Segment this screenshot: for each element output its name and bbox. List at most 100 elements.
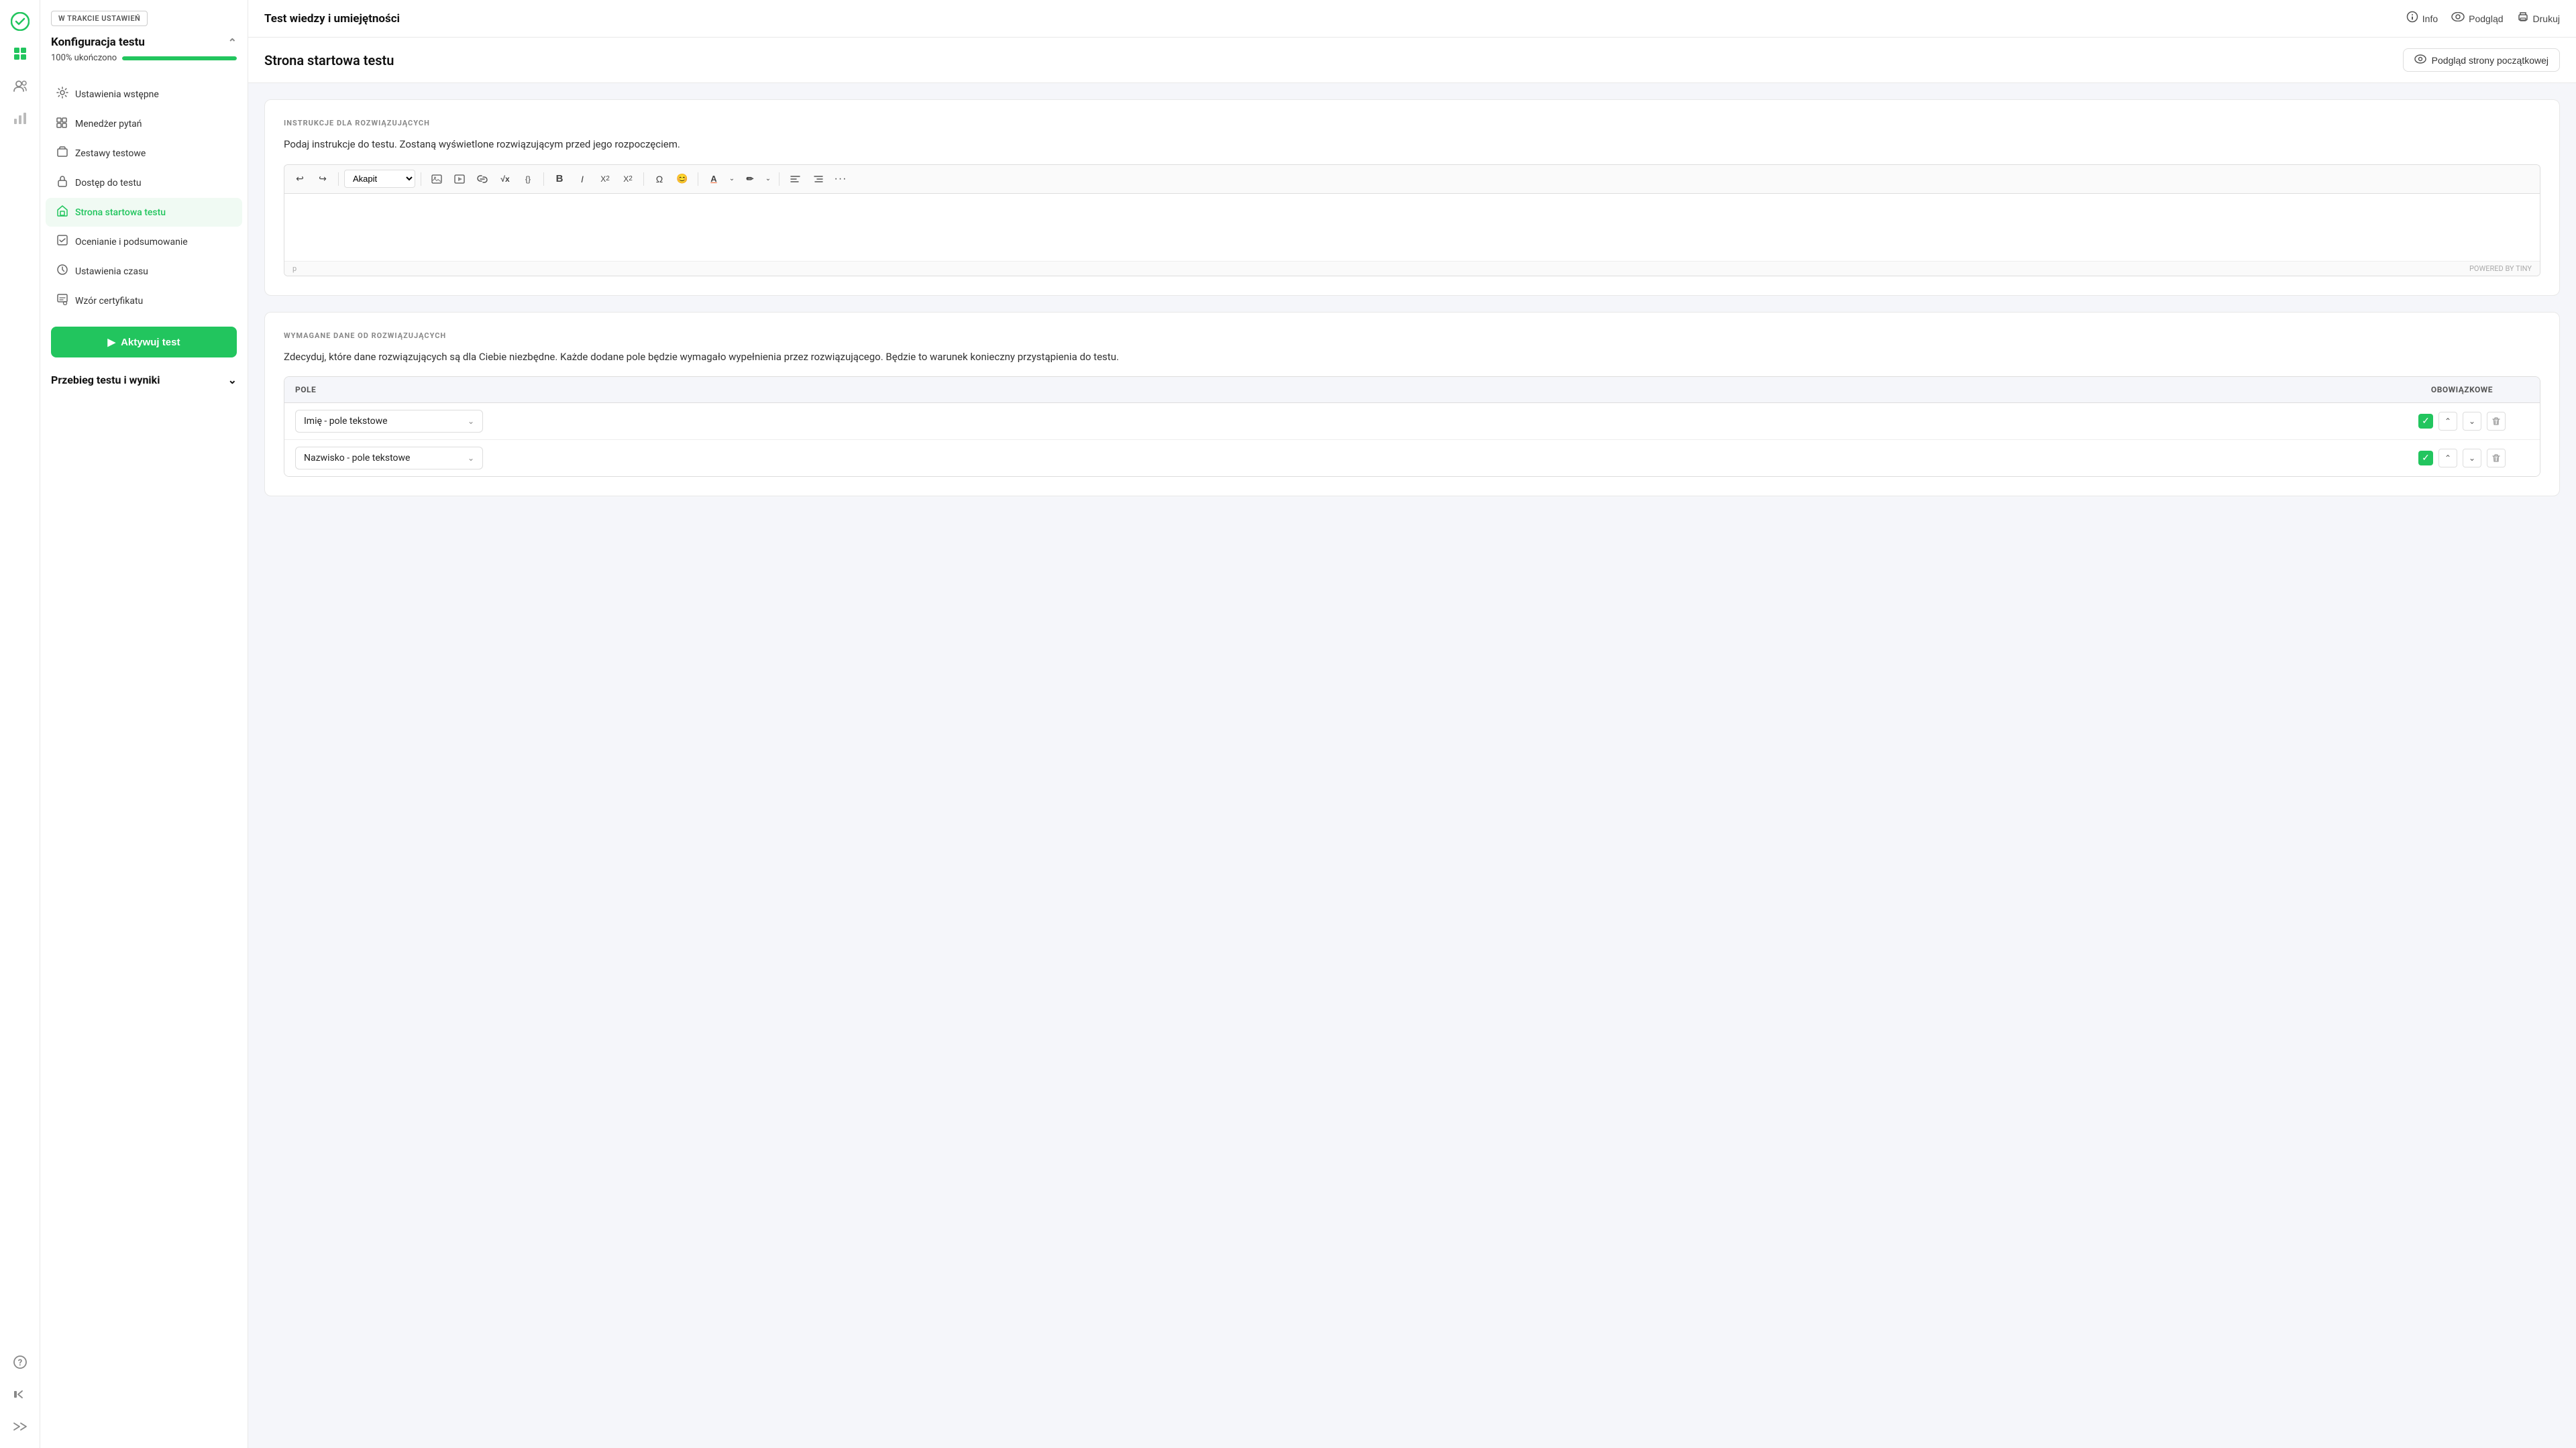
omega-button[interactable]: Ω [649, 169, 669, 189]
insert-video-button[interactable] [449, 169, 470, 189]
highlight-chevron[interactable]: ⌄ [763, 169, 773, 189]
menu-item-menedzer-pytan[interactable]: Menedżer pytań [46, 109, 242, 138]
insert-formula-button[interactable]: √x [495, 169, 515, 189]
highlight-button[interactable]: ✏ [740, 169, 760, 189]
menu-label: Dostęp do testu [75, 178, 142, 188]
menu-label: Ustawienia czasu [75, 266, 148, 277]
delete-row-1-button[interactable] [2487, 412, 2506, 431]
menu-label: Zestawy testowe [75, 148, 146, 159]
menu-label: Ustawienia wstępne [75, 89, 159, 100]
main-content: Test wiedzy i umiejętności Info Podgląd … [248, 0, 2576, 1448]
italic-button[interactable]: I [572, 169, 592, 189]
field-select-2[interactable]: Nazwisko - pole tekstowe ⌄ [295, 447, 483, 469]
menu-item-ocenianie[interactable]: Ocenianie i podsumowanie [46, 227, 242, 256]
chevron-down-icon: ⌄ [468, 416, 474, 426]
clock-icon [56, 264, 68, 279]
more-button[interactable]: ··· [830, 169, 851, 189]
section1-chevron[interactable]: ⌃ [228, 36, 237, 49]
delete-row-2-button[interactable] [2487, 449, 2506, 467]
fields-table: POLE OBOWIĄZKOWE Imię - pole tekstowe ⌄ … [284, 376, 2540, 477]
toolbar-sep1 [338, 172, 339, 186]
menu-list: Ustawienia wstępne Menedżer pytań Zestaw… [40, 79, 248, 316]
editor-toolbar: ↩ ↪ Akapit Nagłówek 1 Nagłówek 2 [284, 165, 2540, 194]
menu-item-dostep[interactable]: Dostęp do testu [46, 168, 242, 197]
field-label-2: Nazwisko - pole tekstowe [304, 453, 410, 463]
preview-start-label: Podgląd strony początkowej [2432, 55, 2548, 66]
superscript-button[interactable]: X2 [618, 169, 638, 189]
logo-icon[interactable] [7, 8, 34, 35]
page-title: Strona startowa testu [264, 52, 394, 68]
move-down-button-1[interactable]: ⌄ [2463, 412, 2481, 431]
align-left-button[interactable] [785, 169, 805, 189]
checkbox-1[interactable]: ✓ [2418, 414, 2433, 429]
preview-button[interactable]: Podgląd [2451, 12, 2503, 25]
undo-button[interactable]: ↩ [290, 169, 310, 189]
move-up-button-1[interactable]: ⌃ [2438, 412, 2457, 431]
subscript-button[interactable]: X2 [595, 169, 615, 189]
align-right-button[interactable] [808, 169, 828, 189]
col-obowiazkowe: OBOWIĄZKOWE [2395, 385, 2529, 394]
nav-help-icon[interactable]: ? [7, 1349, 34, 1376]
required-data-section: WYMAGANE DANE OD ROZWIĄZUJĄCYCH Zdecyduj… [264, 312, 2560, 497]
toolbar-sep6 [779, 172, 780, 186]
print-icon [2517, 11, 2529, 26]
row-actions-1: ✓ ⌃ ⌄ [2395, 412, 2529, 431]
insert-code-button[interactable]: {} [518, 169, 538, 189]
menu-item-strona-startowa[interactable]: Strona startowa testu [46, 198, 242, 227]
menu-item-zestawy-testowe[interactable]: Zestawy testowe [46, 139, 242, 168]
nav-grid-icon[interactable] [7, 40, 34, 67]
top-bar-actions: Info Podgląd Drukuj [2406, 11, 2560, 26]
questions-icon [56, 116, 68, 131]
font-color-chevron[interactable]: ⌄ [727, 169, 737, 189]
field-select-1[interactable]: Imię - pole tekstowe ⌄ [295, 410, 483, 433]
settings-icon [56, 87, 68, 102]
info-label: Info [2422, 13, 2438, 24]
info-button[interactable]: Info [2406, 11, 2438, 26]
move-up-button-2[interactable]: ⌃ [2438, 449, 2457, 467]
toolbar-sep4 [643, 172, 644, 186]
print-button[interactable]: Drukuj [2517, 11, 2560, 26]
preview-start-page-button[interactable]: Podgląd strony początkowej [2403, 48, 2560, 72]
redo-button[interactable]: ↪ [313, 169, 333, 189]
table-header: POLE OBOWIĄZKOWE [284, 377, 2540, 403]
eye-icon [2451, 12, 2465, 25]
nav-users-icon[interactable] [7, 72, 34, 99]
table-row: Nazwisko - pole tekstowe ⌄ ✓ ⌃ ⌄ [284, 440, 2540, 476]
bold-button[interactable]: B [549, 169, 570, 189]
editor-body[interactable] [284, 194, 2540, 261]
eye2-icon [2414, 54, 2426, 66]
certificate-icon [56, 293, 68, 309]
paragraph-select[interactable]: Akapit Nagłówek 1 Nagłówek 2 [344, 170, 415, 188]
status-badge: W TRAKCIE USTAWIEŃ [51, 11, 148, 26]
insert-image-button[interactable] [427, 169, 447, 189]
info-icon [2406, 11, 2418, 26]
instructions-section: INSTRUKCJE DLA ROZWIĄZUJĄCYCH Podaj inst… [264, 99, 2560, 296]
nav-analytics-icon[interactable] [7, 105, 34, 131]
menu-label: Menedżer pytań [75, 119, 142, 129]
section2-title[interactable]: Przebieg testu i wyniki ⌄ [40, 368, 248, 392]
svg-text:?: ? [17, 1358, 21, 1368]
toolbar-sep3 [543, 172, 544, 186]
menu-item-ustawienia-wstepne[interactable]: Ustawienia wstępne [46, 80, 242, 109]
menu-item-certyfikat[interactable]: Wzór certyfikatu [46, 286, 242, 315]
top-bar: Test wiedzy i umiejętności Info Podgląd … [248, 0, 2576, 38]
insert-link-button[interactable] [472, 169, 492, 189]
font-color-button[interactable]: A [704, 169, 724, 189]
progress-row: 100% ukończono [51, 53, 237, 63]
section2-chevron: ⌄ [228, 374, 237, 386]
editor-powered: POWERED BY TINY [2469, 264, 2532, 273]
instructions-label: INSTRUKCJE DLA ROZWIĄZUJĄCYCH [284, 119, 2540, 127]
col-pole: POLE [295, 385, 2395, 394]
menu-item-czas[interactable]: Ustawienia czasu [46, 257, 242, 286]
left-panel: W TRAKCIE USTAWIEŃ Konfiguracja testu ⌃ … [40, 0, 248, 1448]
nav-expand-icon[interactable] [7, 1413, 34, 1440]
menu-label: Strona startowa testu [75, 207, 166, 218]
print-label: Drukuj [2533, 13, 2560, 24]
activate-test-button[interactable]: ▶ Aktywuj test [51, 327, 237, 357]
nav-back-icon[interactable] [7, 1381, 34, 1408]
move-down-button-2[interactable]: ⌄ [2463, 449, 2481, 467]
grade-icon [56, 234, 68, 249]
preview-label: Podgląd [2469, 13, 2503, 24]
emoji-button[interactable]: 😊 [672, 169, 692, 189]
checkbox-2[interactable]: ✓ [2418, 451, 2433, 465]
